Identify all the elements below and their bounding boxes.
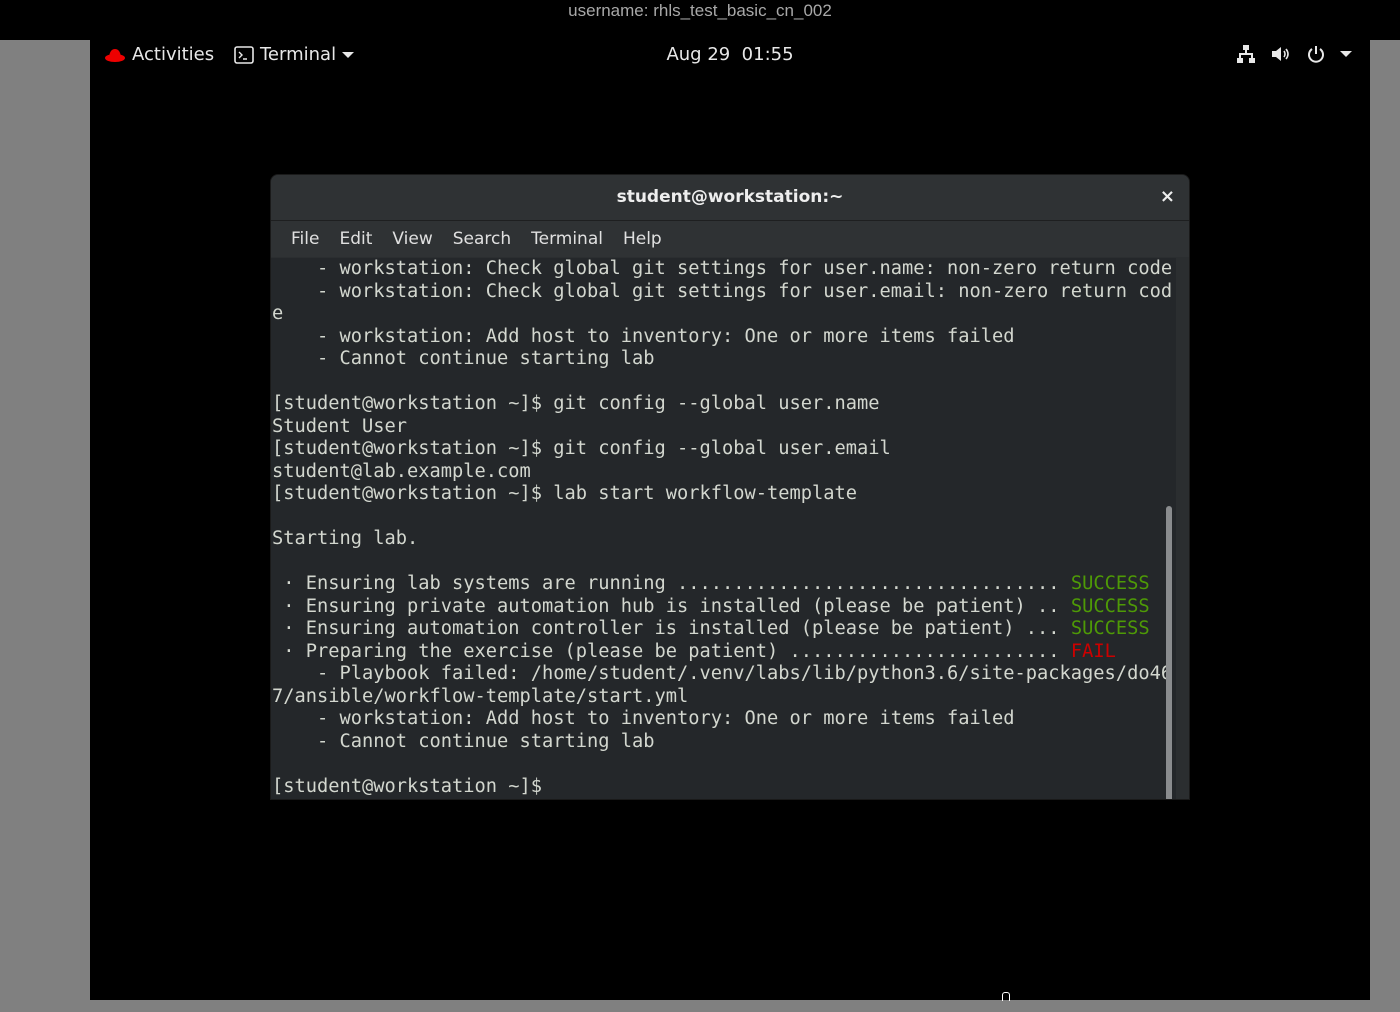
network-icon (1237, 45, 1255, 63)
line-text: - workstation: Add host to inventory: On… (272, 708, 1015, 729)
menu-file[interactable]: File (281, 229, 329, 249)
chevron-down-icon (342, 51, 355, 58)
terminal-line: 7/ansible/workflow-template/start.yml (272, 686, 1172, 709)
terminal-line: [student@workstation ~]$ lab start workf… (272, 483, 1172, 506)
clock-button[interactable]: Aug 29 01:55 (666, 44, 793, 65)
line-text: - Cannot continue starting lab (272, 730, 655, 752)
line-text: student@lab.example.com (272, 460, 531, 482)
terminal-line: - Playbook failed: /home/student/.venv/l… (272, 663, 1172, 686)
vnc-title-bar: username: rhls_test_basic_cn_002 (0, 0, 1400, 40)
scrollbar[interactable] (1166, 506, 1172, 799)
chevron-down-icon (1340, 51, 1352, 57)
terminal-line: - workstation: Check global git settings… (272, 281, 1172, 304)
activities-label: Activities (132, 44, 215, 65)
terminal-line: [student@workstation ~]$ (272, 776, 1172, 799)
window-titlebar[interactable]: student@workstation:~ × (271, 175, 1189, 221)
line-text: · Ensuring lab systems are running .....… (272, 573, 1071, 594)
desktop: Activities Terminal Aug 29 01:55 student… (90, 40, 1370, 1000)
line-text: - workstation: Check global git settings… (272, 258, 1173, 279)
system-menu[interactable] (1236, 44, 1352, 64)
status-ok: SUCCESS (1070, 573, 1150, 594)
status-ok: SUCCESS (1070, 595, 1150, 617)
terminal-line: Starting lab. (272, 528, 1172, 551)
menu-bar: File Edit View Search Terminal Help (271, 221, 1189, 257)
terminal-line: Student User (272, 416, 1172, 439)
activities-button[interactable]: Activities (104, 44, 214, 65)
terminal-line: [student@workstation ~]$ git config --gl… (272, 393, 1172, 416)
line-text: · Ensuring automation controller is inst… (272, 618, 1071, 639)
vnc-username: username: rhls_test_basic_cn_002 (568, 1, 832, 20)
terminal-icon (234, 45, 254, 64)
line-text: · Ensuring private automation hub is ins… (272, 595, 1071, 617)
power-icon (1308, 46, 1324, 63)
menu-terminal[interactable]: Terminal (521, 229, 613, 249)
volume-icon (1272, 47, 1289, 61)
mouse-cursor (1002, 992, 1010, 1001)
terminal-line: [student@workstation ~]$ git config --gl… (272, 438, 1172, 461)
status-ok: SUCCESS (1070, 618, 1150, 639)
terminal-line: · Ensuring private automation hub is ins… (272, 596, 1172, 619)
terminal-line: - workstation: Add host to inventory: On… (272, 708, 1172, 731)
terminal-output[interactable]: - workstation: Check global git settings… (271, 258, 1176, 799)
top-panel: Activities Terminal Aug 29 01:55 (90, 40, 1370, 72)
line-text: 7/ansible/workflow-template/start.yml (272, 685, 689, 707)
terminal-window: student@workstation:~ × File Edit View S… (270, 174, 1190, 800)
terminal-line: · Ensuring lab systems are running .....… (272, 573, 1172, 596)
terminal-line: · Preparing the exercise (please be pati… (272, 641, 1172, 664)
terminal-line: - Cannot continue starting lab (272, 731, 1172, 754)
line-text: [student@workstation ~]$ git config --gl… (272, 438, 891, 459)
terminal-line: · Ensuring automation controller is inst… (272, 618, 1172, 641)
menu-view[interactable]: View (382, 229, 442, 249)
terminal-line: student@lab.example.com (272, 461, 1172, 484)
line-text: - Playbook failed: /home/student/.venv/l… (272, 663, 1173, 684)
window-title: student@workstation:~ (616, 187, 844, 207)
line-text: Student User (272, 415, 408, 437)
line-text: [student@workstation ~]$ (272, 775, 554, 797)
line-text: e (272, 303, 284, 324)
line-text: [student@workstation ~]$ git config --gl… (272, 393, 880, 414)
terminal-line: e (272, 303, 1172, 326)
line-text: [student@workstation ~]$ lab start workf… (272, 483, 858, 504)
redhat-logo-icon (105, 48, 125, 62)
app-menu-label: Terminal (260, 44, 337, 65)
line-text: - workstation: Check global git settings… (272, 280, 1173, 302)
line-text: - workstation: Add host to inventory: On… (272, 325, 1015, 347)
line-text: Starting lab. (272, 528, 419, 549)
app-menu-terminal[interactable]: Terminal (234, 44, 355, 65)
line-text: · Preparing the exercise (please be pati… (272, 640, 1071, 662)
close-button[interactable]: × (1160, 175, 1175, 219)
terminal-line: - Cannot continue starting lab (272, 348, 1172, 371)
terminal-lines: - workstation: Check global git settings… (272, 258, 1172, 798)
terminal-line: - workstation: Add host to inventory: On… (272, 326, 1172, 349)
menu-search[interactable]: Search (443, 229, 521, 249)
menu-help[interactable]: Help (613, 229, 672, 249)
menu-edit[interactable]: Edit (329, 229, 382, 249)
status-fail: FAIL (1070, 640, 1116, 662)
terminal-line: - workstation: Check global git settings… (272, 258, 1172, 281)
line-text: - Cannot continue starting lab (272, 348, 655, 369)
